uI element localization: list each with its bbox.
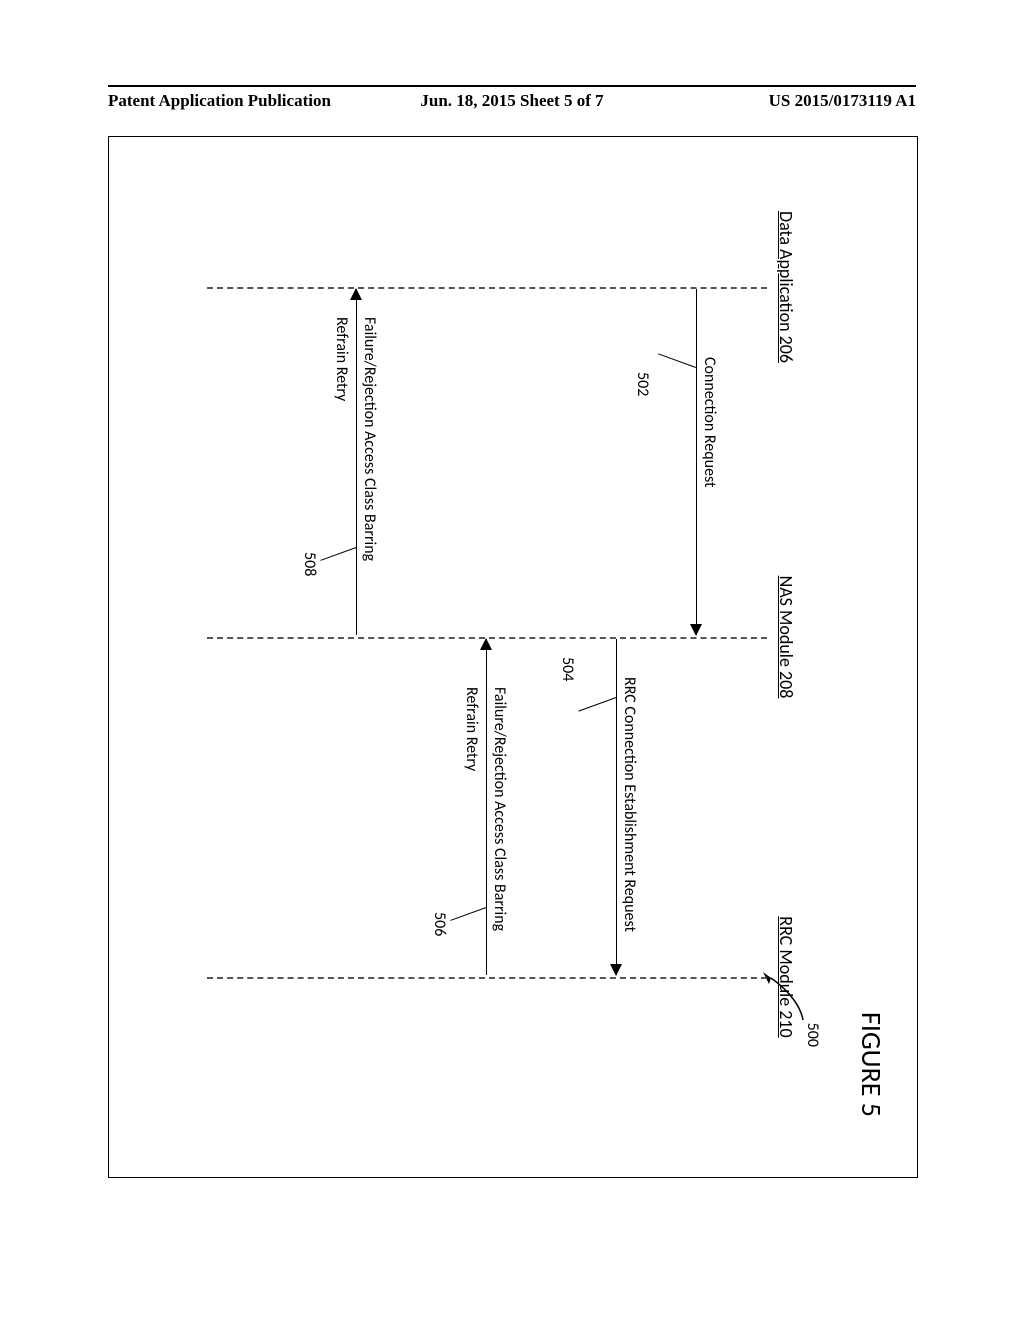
lane-head-nas: NAS Module 208 xyxy=(775,557,797,717)
leader-508 xyxy=(320,547,356,561)
page-header: Patent Application Publication Jun. 18, … xyxy=(108,85,916,91)
header-left: Patent Application Publication xyxy=(108,91,331,111)
ref-504: 504 xyxy=(558,657,577,681)
leader-504 xyxy=(578,697,616,712)
lifeline-rrc xyxy=(207,977,767,979)
msg-sub-508: Refrain Retry xyxy=(332,317,351,401)
msg-label-504: RRC Connection Establishment Request xyxy=(620,677,639,932)
msg-label-508: Failure/Rejection Access Class Barring xyxy=(360,317,379,561)
msg-label-506: Failure/Rejection Access Class Barring xyxy=(490,687,509,931)
msg-arrow-502 xyxy=(696,289,697,635)
msg-arrow-504 xyxy=(616,639,617,975)
figure-ref-500: 500 xyxy=(803,1023,822,1047)
ref-502: 502 xyxy=(633,372,652,396)
lifeline-data-app xyxy=(207,287,767,289)
msg-arrow-508 xyxy=(356,289,357,635)
msg-arrow-506 xyxy=(486,639,487,975)
header-right: US 2015/0173119 A1 xyxy=(769,91,916,111)
ref-506: 506 xyxy=(430,912,449,936)
header-center: Jun. 18, 2015 Sheet 5 of 7 xyxy=(420,91,603,111)
lane-head-data-app: Data Application 206 xyxy=(775,197,797,377)
leader-502 xyxy=(658,353,696,368)
msg-sub-506: Refrain Retry xyxy=(462,687,481,771)
figure-frame: FIGURE 5 500 Data Application 206 NAS Mo… xyxy=(108,136,918,1178)
leader-506 xyxy=(450,907,486,921)
msg-label-502: Connection Request xyxy=(700,357,719,487)
ref-508: 508 xyxy=(300,552,319,576)
lane-head-rrc: RRC Module 210 xyxy=(775,897,797,1057)
sequence-diagram: FIGURE 5 500 Data Application 206 NAS Mo… xyxy=(109,137,917,1177)
figure-title: FIGURE 5 xyxy=(854,1012,889,1117)
